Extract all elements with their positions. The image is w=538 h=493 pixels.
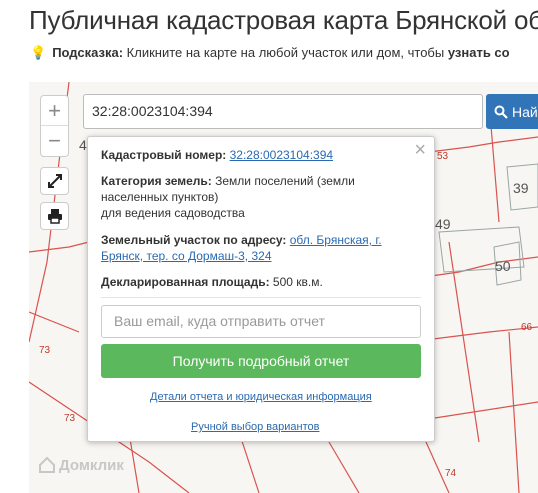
lot-number: 4 bbox=[79, 137, 87, 153]
search-icon bbox=[494, 105, 508, 119]
category-label: Категория земель: bbox=[101, 174, 212, 188]
hint-label: Подсказка: bbox=[52, 45, 124, 60]
fullscreen-button[interactable] bbox=[40, 167, 69, 195]
email-field[interactable]: Ваш email, куда отправить отчет bbox=[101, 305, 421, 338]
lot-number: 73 bbox=[64, 413, 76, 424]
print-button[interactable] bbox=[40, 202, 69, 230]
category-value: Земли поселений (земли bbox=[215, 174, 355, 188]
lot-number: 50 bbox=[495, 258, 511, 274]
address-label: Земельный участок по адресу: bbox=[101, 233, 287, 247]
zoom-in-button[interactable]: + bbox=[41, 96, 68, 126]
hint-line: 💡 Подсказка: Кликните на карте на любой у… bbox=[30, 45, 510, 61]
parcel-info-popup: × Кадастровый номер: 32:28:0023104:394 К… bbox=[87, 136, 435, 442]
zoom-control: + − bbox=[40, 95, 69, 157]
area-label: Декларированная площадь: bbox=[101, 275, 270, 289]
search-button-label: Най bbox=[512, 103, 538, 120]
address-link[interactable]: Брянск, тер. со Дормаш-3, 324 bbox=[101, 249, 272, 263]
plus-icon: + bbox=[48, 97, 61, 123]
hint-bold-text: узнать со bbox=[447, 45, 510, 60]
lot-number: 53 bbox=[437, 151, 449, 162]
manual-select-link[interactable]: Ручной выбор вариантов bbox=[191, 421, 319, 433]
category-value: населенных пунктов) bbox=[101, 190, 219, 204]
watermark-text: Домклик bbox=[59, 456, 124, 474]
divider bbox=[101, 297, 421, 298]
hint-text: Кликните на карте на любой участок или д… bbox=[123, 45, 448, 60]
lot-number: 49 bbox=[435, 216, 451, 232]
page-title: Публичная кадастровая карта Брянской об bbox=[29, 5, 538, 35]
area-value: 500 кв.м. bbox=[272, 275, 323, 289]
cadastral-label: Кадастровый номер: bbox=[101, 148, 227, 162]
get-report-button[interactable]: Получить подробный отчет bbox=[101, 344, 421, 378]
domclick-watermark: Домклик bbox=[38, 456, 124, 474]
house-logo-icon bbox=[39, 456, 55, 473]
lot-number: 66 bbox=[521, 322, 533, 333]
lightbulb-icon: 💡 bbox=[30, 45, 47, 60]
lot-number: 73 bbox=[39, 345, 51, 356]
address-row: Земельный участок по адресу: обл. Брянск… bbox=[101, 232, 382, 264]
printer-icon bbox=[47, 209, 62, 224]
lot-number: 39 bbox=[513, 180, 529, 196]
close-icon[interactable]: × bbox=[414, 140, 426, 160]
address-link[interactable]: обл. Брянская, г. bbox=[290, 233, 382, 247]
category-row: Категория земель: Земли поселений (земли… bbox=[101, 173, 355, 221]
cadastral-number-link[interactable]: 32:28:0023104:394 bbox=[230, 148, 333, 162]
search-button[interactable]: Най bbox=[486, 94, 538, 129]
category-value: для ведения садоводства bbox=[101, 206, 245, 220]
cadastral-row: Кадастровый номер: 32:28:0023104:394 bbox=[101, 147, 333, 163]
minus-icon: − bbox=[48, 128, 61, 153]
expand-icon bbox=[47, 174, 62, 188]
lot-number: 74 bbox=[445, 468, 457, 479]
area-row: Декларированная площадь: 500 кв.м. bbox=[101, 274, 323, 290]
cadastral-search-input[interactable]: 32:28:0023104:394 bbox=[83, 94, 483, 129]
zoom-out-button[interactable]: − bbox=[41, 126, 68, 156]
report-details-link[interactable]: Детали отчета и юридическая информация bbox=[150, 391, 372, 403]
